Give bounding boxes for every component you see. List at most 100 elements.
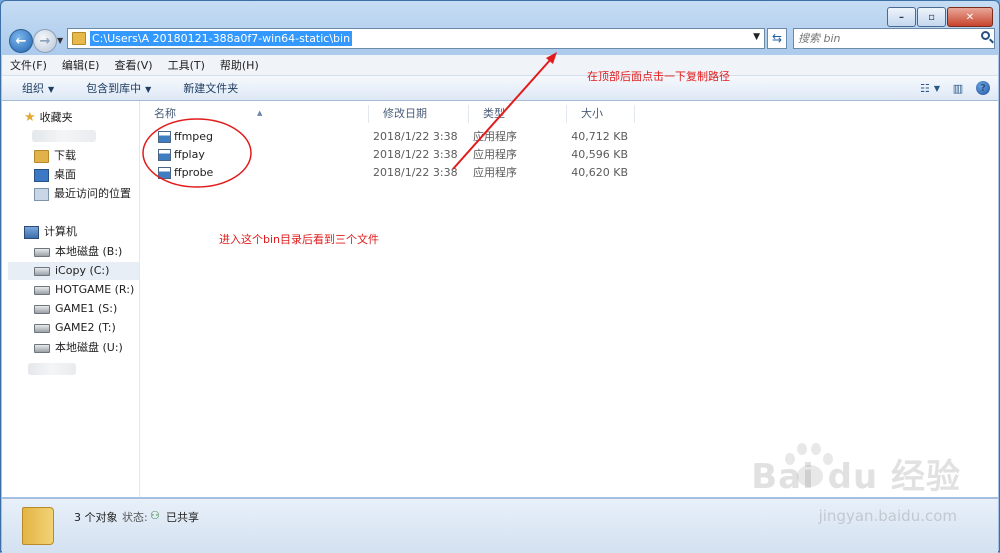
annotation-top: 在顶部后面点击一下复制路径 (587, 70, 730, 83)
application-icon (158, 131, 171, 143)
file-name: ffmpeg (174, 130, 214, 143)
status-shared: 已共享 (166, 511, 199, 524)
back-button[interactable]: ← (9, 29, 33, 53)
view-options-button[interactable]: ☷ ▼ (920, 79, 940, 97)
nav-computer[interactable]: 计算机 (24, 223, 77, 241)
nav-label: 收藏夹 (39, 111, 73, 124)
column-header-date[interactable]: 修改日期 (369, 105, 469, 123)
file-row[interactable]: ffmpeg 2018/1/22 3:38 应用程序 40,712 KB (156, 128, 756, 146)
menu-help[interactable]: 帮助(H) (212, 57, 266, 73)
menu-view[interactable]: 查看(V) (106, 57, 159, 73)
application-icon (158, 167, 171, 179)
refresh-button[interactable]: ⇆ (767, 28, 787, 49)
file-size: 40,620 KB (571, 166, 628, 179)
column-header-type[interactable]: 类型 (469, 105, 567, 123)
chevron-down-icon: ▼ (933, 83, 941, 93)
search-icon[interactable] (981, 31, 990, 40)
nav-label: 下载 (54, 149, 76, 162)
menu-file[interactable]: 文件(F) (2, 57, 54, 73)
watermark-brand: Bai du 经验 (751, 457, 961, 497)
nav-label: 本地磁盘 (U:) (55, 341, 123, 354)
preview-pane-icon: ▥ (952, 81, 964, 95)
include-library-label: 包含到库中 (86, 82, 142, 95)
file-list: 名称 ▲ 修改日期 类型 大小 ffmpeg 2018/1/22 3:38 应用程… (140, 101, 998, 497)
content-area: ★ 收藏夹 下载 桌面 最近访问的位置 计算机 本地磁盘 (B:) iCopy (… (2, 101, 998, 497)
nav-label: 本地磁盘 (B:) (55, 245, 123, 258)
nav-drive-s[interactable]: GAME1 (S:) (34, 300, 117, 318)
nav-drive-t[interactable]: GAME2 (T:) (34, 319, 116, 337)
refresh-icon: ⇆ (771, 31, 783, 45)
nav-desktop[interactable]: 桌面 (34, 166, 76, 184)
hard-drive-icon (34, 247, 50, 257)
arrow-left-icon: ← (15, 33, 27, 49)
address-path[interactable]: C:\Users\A 20180121-388a0f7-win64-static… (90, 31, 353, 46)
watermark-url: jingyan.baidu.com (818, 507, 957, 525)
maximize-button[interactable]: ▫ (917, 7, 946, 27)
nav-label: HOTGAME (R:) (55, 283, 135, 296)
organize-label: 组织 (22, 82, 44, 95)
column-label: 名称 (154, 107, 176, 120)
nav-label: 最近访问的位置 (54, 187, 131, 200)
menu-edit[interactable]: 编辑(E) (54, 57, 107, 73)
nav-drive-u[interactable]: 本地磁盘 (U:) (34, 339, 123, 357)
forward-button[interactable]: → (33, 29, 57, 53)
navigation-bar: ← → ▼ C:\Users\A 20180121-388a0f7-win64-… (7, 27, 995, 53)
nav-favorites[interactable]: ★ 收藏夹 (24, 109, 73, 127)
downloads-folder-icon (34, 149, 49, 163)
new-folder-button[interactable]: 新建文件夹 (163, 80, 250, 96)
nav-label: GAME2 (T:) (55, 321, 116, 334)
column-header-name[interactable]: 名称 ▲ (140, 105, 369, 123)
chevron-down-icon[interactable]: ▼ (753, 32, 760, 42)
nav-recent[interactable]: 最近访问的位置 (34, 185, 131, 203)
organize-button[interactable]: 组织 ▼ (2, 80, 66, 96)
menu-tools[interactable]: 工具(T) (160, 57, 212, 73)
help-icon: ? (980, 82, 986, 94)
minimize-button[interactable]: – (887, 7, 916, 27)
hard-drive-icon (34, 304, 50, 314)
view-list-icon: ☷ (919, 81, 930, 95)
redacted-item (28, 363, 76, 375)
column-header-size[interactable]: 大小 (567, 105, 635, 123)
nav-drive-b[interactable]: 本地磁盘 (B:) (34, 243, 122, 261)
nav-label: iCopy (C:) (55, 264, 110, 277)
sort-ascending-icon: ▲ (257, 109, 263, 117)
file-size: 40,596 KB (571, 148, 628, 161)
file-size: 40,712 KB (571, 130, 628, 143)
status-object-count: 3 个对象 (74, 511, 118, 524)
explorer-window: – ▫ ✕ ← → ▼ C:\Users\A 20180121-388a0f7-… (0, 0, 1000, 553)
recent-places-icon (34, 187, 49, 201)
navigation-pane: ★ 收藏夹 下载 桌面 最近访问的位置 计算机 本地磁盘 (B:) iCopy (… (2, 101, 140, 497)
view-controls: ☷ ▼ ▥ ? (912, 79, 990, 97)
nav-drive-c[interactable]: iCopy (C:) (8, 262, 139, 280)
search-input[interactable] (798, 31, 968, 46)
hard-drive-icon (34, 323, 50, 333)
help-button[interactable]: ? (976, 81, 990, 95)
nav-downloads[interactable]: 下载 (34, 147, 76, 165)
desktop-icon (34, 168, 49, 182)
file-row[interactable]: ffplay 2018/1/22 3:38 应用程序 40,596 KB (156, 146, 756, 164)
nav-label: GAME1 (S:) (55, 302, 118, 315)
redacted-item (32, 130, 96, 142)
window-controls: – ▫ ✕ (886, 7, 993, 27)
recent-pages-dropdown[interactable]: ▼ (57, 36, 63, 45)
search-box[interactable] (793, 28, 995, 49)
menu-bar: 文件(F) 编辑(E) 查看(V) 工具(T) 帮助(H) (2, 55, 998, 76)
file-row[interactable]: ffprobe 2018/1/22 3:38 应用程序 40,620 KB (156, 164, 756, 182)
nav-drive-r[interactable]: HOTGAME (R:) (34, 281, 134, 299)
annotation-middle: 进入这个bin目录后看到三个文件 (219, 233, 380, 246)
shared-users-icon: ⚇ (150, 509, 160, 522)
star-icon: ★ (24, 110, 36, 125)
file-date: 2018/1/22 3:38 (373, 148, 458, 161)
file-date: 2018/1/22 3:38 (373, 166, 458, 179)
chevron-down-icon: ▼ (145, 85, 152, 94)
arrow-right-icon: → (39, 33, 51, 49)
close-button[interactable]: ✕ (947, 7, 993, 27)
folder-icon (22, 507, 54, 545)
include-library-button[interactable]: 包含到库中 ▼ (66, 80, 163, 96)
hard-drive-icon (34, 343, 50, 353)
nav-label: 计算机 (44, 225, 77, 238)
address-bar[interactable]: C:\Users\A 20180121-388a0f7-win64-static… (67, 28, 765, 49)
watermark: Bai du 经验 jingyan.baidu.com (729, 441, 979, 541)
preview-pane-button[interactable]: ▥ (948, 79, 968, 97)
file-date: 2018/1/22 3:38 (373, 130, 458, 143)
